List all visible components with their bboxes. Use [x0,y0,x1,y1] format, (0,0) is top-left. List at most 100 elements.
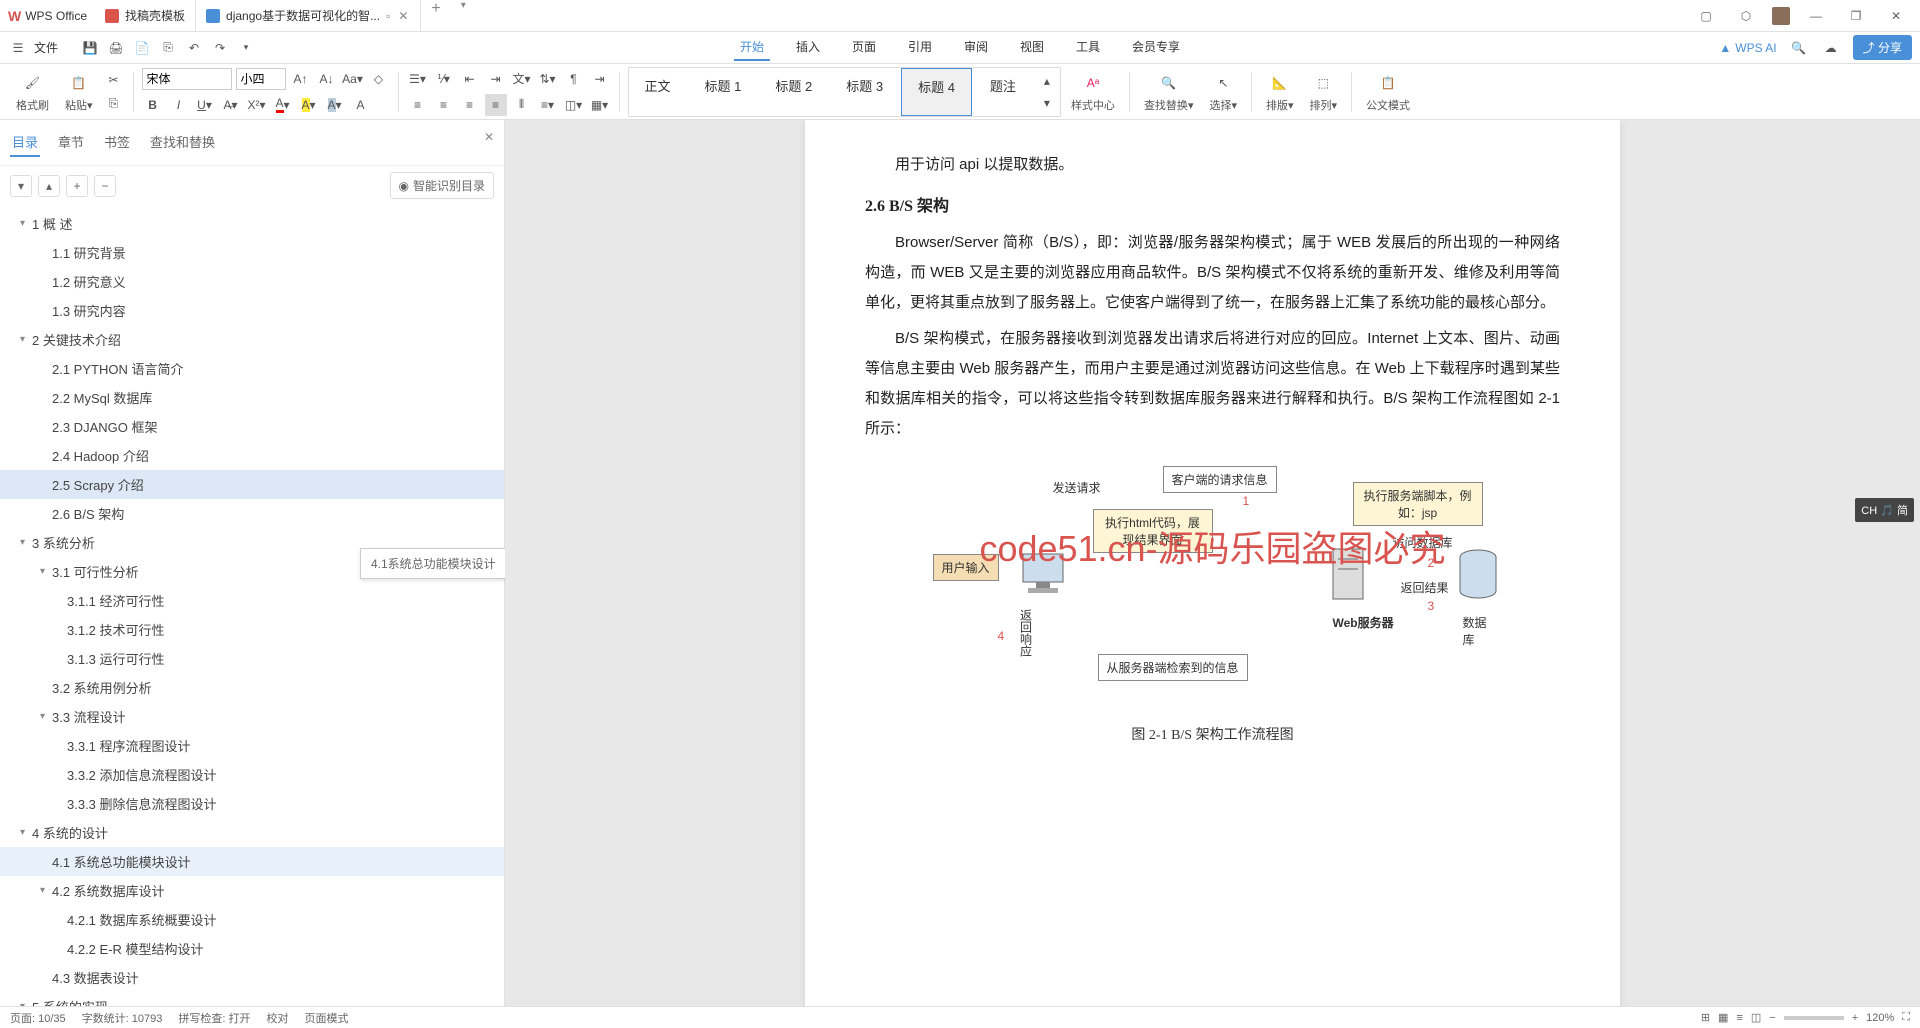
align-left-icon[interactable]: ≡ [407,94,429,116]
toc-item[interactable]: ▾3.3 流程设计 [0,702,504,731]
font-color-icon[interactable]: A▾ [272,94,294,116]
char-border-icon[interactable]: A [350,94,372,116]
document-area[interactable]: 用于访问 api 以提取数据。 2.6 B/S 架构 Browser/Serve… [505,120,1920,1006]
menu-tools[interactable]: 工具 [1070,34,1106,61]
style-h4[interactable]: 标题 4 [901,68,972,116]
change-case-icon[interactable]: Aa▾ [342,68,364,90]
layout-button[interactable]: 📐 排版▾ [1260,71,1300,113]
toc-item[interactable]: 3.2 系统用例分析 [0,673,504,702]
menu-member[interactable]: 会员专享 [1126,34,1186,61]
zoom-in-icon[interactable]: + [1852,1012,1858,1024]
bold-icon[interactable]: B [142,94,164,116]
close-button[interactable]: ✕ [1882,2,1910,30]
style-h2[interactable]: 标题 2 [759,68,828,116]
menu-insert[interactable]: 插入 [790,34,826,61]
style-up-icon[interactable]: ▴ [1036,70,1058,92]
zoom-slider[interactable] [1784,1016,1844,1020]
toc-item[interactable]: 1.1 研究背景 [0,238,504,267]
superscript-icon[interactable]: X²▾ [246,94,268,116]
status-spell[interactable]: 拼写检查: 打开 [178,1010,250,1026]
menu-review[interactable]: 审阅 [958,34,994,61]
sidebar-close-icon[interactable]: ✕ [484,130,494,144]
decrease-indent-icon[interactable]: ⇤ [459,68,481,90]
style-h1[interactable]: 标题 1 [689,68,758,116]
line-spacing-icon[interactable]: ≡▾ [537,94,559,116]
borders-icon[interactable]: ▦▾ [589,94,611,116]
toc-item[interactable]: ▾4 系统的设计 [0,818,504,847]
expand-icon[interactable]: ⛶ [1902,1011,1910,1024]
paste-group[interactable]: 📋 粘贴▾ [59,71,99,113]
close-icon[interactable]: ✕ [396,9,410,23]
share-button[interactable]: ⤴ 分享 [1853,35,1912,60]
strikethrough-icon[interactable]: A̶▾ [220,94,242,116]
cloud-icon[interactable]: ☁ [1821,38,1841,58]
fill-color-icon[interactable]: ◫▾ [563,94,585,116]
undo-icon[interactable]: ↶ [184,38,204,58]
toc-item[interactable]: 3.1.3 运行可行性 [0,644,504,673]
move-up-icon[interactable]: ▴ [38,175,60,197]
toc-item[interactable]: ▾5 系统的实现 [0,992,504,1006]
arrange-button[interactable]: ⬚ 排列▾ [1304,71,1344,113]
dropdown-icon[interactable]: ▾ [236,38,256,58]
toc-item[interactable]: 2.1 PYTHON 语言简介 [0,354,504,383]
view-icon-2[interactable]: ▦ [1718,1011,1728,1024]
numbering-icon[interactable]: ⅟▾ [433,68,455,90]
collapse-icon[interactable]: ▾ [10,175,32,197]
align-justify-icon[interactable]: ≡ [485,94,507,116]
bullets-icon[interactable]: ☰▾ [407,68,429,90]
save-icon[interactable]: 💾 [80,38,100,58]
view-icon-1[interactable]: ⊞ [1701,1011,1710,1024]
window-icon-2[interactable]: ⬡ [1732,2,1760,30]
tab-document[interactable]: django基于数据可视化的智... ▫ ✕ [196,0,421,31]
toc-item[interactable]: 3.1.2 技术可行性 [0,615,504,644]
toc-item[interactable]: 1.3 研究内容 [0,296,504,325]
redo-icon[interactable]: ↷ [210,38,230,58]
status-page[interactable]: 页面: 10/35 [10,1010,66,1026]
find-replace-button[interactable]: 🔍 查找替换▾ [1138,71,1200,113]
highlight-icon[interactable]: A▾ [298,94,320,116]
increase-font-icon[interactable]: A↑ [290,68,312,90]
zoom-out-icon[interactable]: − [1769,1012,1775,1024]
toc-item[interactable]: ▾4.2 系统数据库设计 [0,876,504,905]
toc-item[interactable]: 4.1 系统总功能模块设计 [0,847,504,876]
sidebar-tab-bookmark[interactable]: 书签 [102,128,132,157]
status-mode[interactable]: 页面模式 [304,1010,348,1026]
toc-item[interactable]: 2.3 DJANGO 框架 [0,412,504,441]
tab-menu-icon[interactable]: ▫ [386,9,390,23]
toc-item[interactable]: 3.1.1 经济可行性 [0,586,504,615]
align-center-icon[interactable]: ≡ [433,94,455,116]
pilcrow-icon[interactable]: ¶ [563,68,585,90]
tab-template[interactable]: 找稿壳模板 [95,0,196,31]
hamburger-icon[interactable]: ☰ [8,38,28,58]
official-button[interactable]: 📋 公文模式 [1360,71,1416,113]
toc-item[interactable]: 2.2 MySql 数据库 [0,383,504,412]
style-normal[interactable]: 正文 [629,68,687,116]
toc-item[interactable]: 3.3.1 程序流程图设计 [0,731,504,760]
preview-icon[interactable]: 📄 [132,38,152,58]
sidebar-tab-chapter[interactable]: 章节 [56,128,86,157]
font-select[interactable] [142,68,232,90]
zoom-level[interactable]: 120% [1866,1012,1894,1024]
window-icon-1[interactable]: ▢ [1692,2,1720,30]
style-h3[interactable]: 标题 3 [830,68,899,116]
toc-item[interactable]: 2.4 Hadoop 介绍 [0,441,504,470]
align-right-icon[interactable]: ≡ [459,94,481,116]
view-icon-4[interactable]: ◫ [1751,1011,1761,1024]
sidebar-tab-toc[interactable]: 目录 [10,128,40,157]
underline-icon[interactable]: U▾ [194,94,216,116]
tab-dropdown[interactable]: ▾ [451,0,476,31]
decrease-font-icon[interactable]: A↓ [316,68,338,90]
shading-icon[interactable]: A▾ [324,94,346,116]
clear-format-icon[interactable]: ◇ [368,68,390,90]
text-direction-icon[interactable]: 文▾ [511,68,533,90]
menu-page[interactable]: 页面 [846,34,882,61]
menu-view[interactable]: 视图 [1014,34,1050,61]
pdf-icon[interactable]: ⎘ [158,38,178,58]
tab-icon[interactable]: ⇥ [589,68,611,90]
copy-icon[interactable]: ⎘ [103,93,125,115]
toc-item[interactable]: 2.6 B/S 架构 [0,499,504,528]
maximize-button[interactable]: ❐ [1842,2,1870,30]
search-icon[interactable]: 🔍 [1789,38,1809,58]
toc-item[interactable]: ▾1 概 述 [0,209,504,238]
sort-icon[interactable]: ⇅▾ [537,68,559,90]
